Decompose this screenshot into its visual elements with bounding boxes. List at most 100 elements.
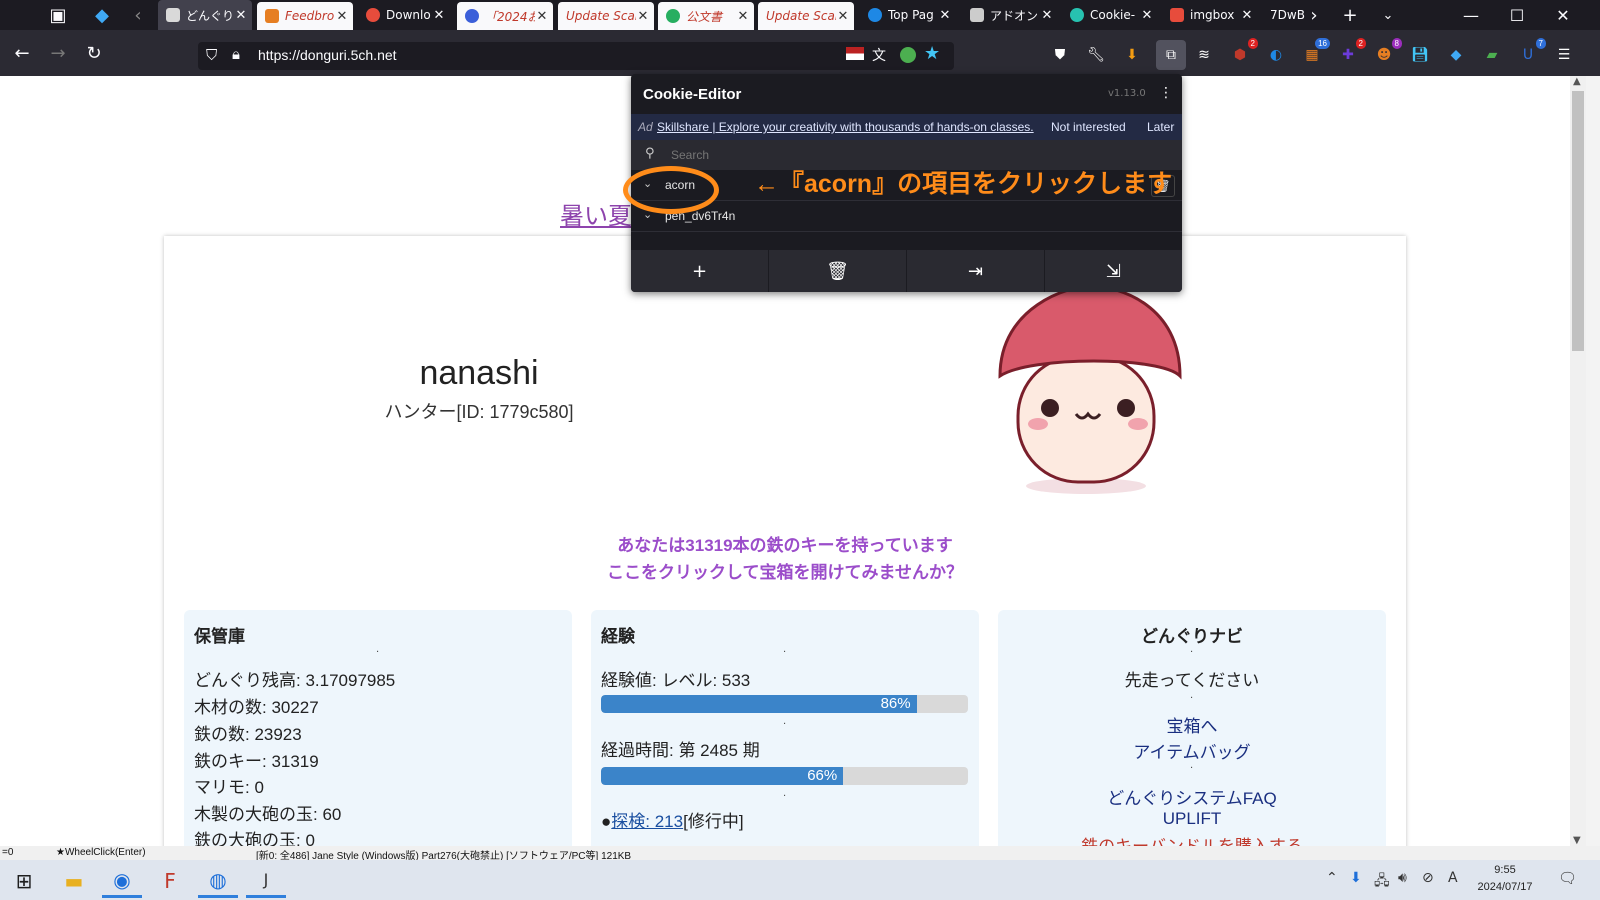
tab-donguri[interactable]: どんぐりシ ✕ <box>158 0 252 30</box>
import-icon[interactable]: ⇥ <box>907 250 1045 292</box>
globe-icon[interactable] <box>900 47 916 63</box>
file-explorer-icon[interactable]: ▬ <box>54 864 94 898</box>
popup-menu-icon[interactable]: ⋮ <box>1159 85 1173 101</box>
volume-icon[interactable]: 🔊︎ <box>1398 870 1407 886</box>
network-icon[interactable]: 🖧︎ <box>1374 870 1390 894</box>
shield-icon[interactable]: ⛉ <box>206 46 217 64</box>
tab-download[interactable]: Downlo ✕ <box>358 0 450 30</box>
edge-icon[interactable]: ◐ <box>1264 43 1288 67</box>
maximize-icon[interactable]: ☐ <box>1494 0 1540 30</box>
scroll-tabs-left-icon[interactable]: ‹ <box>124 1 152 29</box>
block-icon[interactable]: ⊘ <box>1422 870 1434 886</box>
feedly-icon[interactable]: F <box>150 864 190 898</box>
url-bar[interactable]: ⛉ 🔒︎ https://donguri.5ch.net 文 ★ <box>198 42 954 70</box>
tab-title: Update Scan <box>566 9 636 23</box>
keys-message-line1[interactable]: あなたは31319本の鉄のキーを持っています <box>164 531 1406 556</box>
add-cookie-icon[interactable]: + <box>631 250 769 292</box>
close-tab-icon[interactable]: ✕ <box>736 9 750 24</box>
clock-date[interactable]: 2024/07/17 <box>1470 881 1540 893</box>
back-icon[interactable]: ← <box>8 39 36 67</box>
tab-feedbro[interactable]: Feedbro ✕ <box>257 2 353 30</box>
page-scrollbar[interactable]: ▲ ▼ <box>1570 76 1586 846</box>
pinned-tab-icon[interactable]: ◆ <box>88 1 116 29</box>
ime-icon[interactable]: A <box>1448 870 1458 886</box>
gem-icon[interactable]: ◆ <box>1444 43 1468 67</box>
navi-item[interactable]: UPLIFT <box>998 809 1386 829</box>
scroll-down-icon[interactable]: ▼ <box>1573 835 1581 846</box>
keys-message-line2[interactable]: ここをクリックして宝箱を開けてみませんか？ <box>164 558 1406 583</box>
tab-top-page[interactable]: Top Pag ✕ <box>860 0 956 30</box>
tab-update-scan-2[interactable]: Update Scan ✕ <box>758 2 854 30</box>
close-tab-icon[interactable]: ✕ <box>335 9 349 24</box>
translate-icon[interactable]: 文 <box>872 45 886 65</box>
chevron-up-icon[interactable]: ⌃ <box>1326 870 1338 886</box>
scroll-up-icon[interactable]: ▲ <box>1573 76 1581 87</box>
ad-later-button[interactable]: Later <box>1147 120 1174 134</box>
list-tabs-icon[interactable]: ⌄ <box>1374 1 1402 29</box>
ublock-icon[interactable]: ⬢ 2 <box>1228 38 1258 67</box>
plus-ext-icon[interactable]: ✚ 2 <box>1336 38 1366 67</box>
monkey-icon[interactable]: ☻ 8 <box>1372 38 1402 67</box>
url-text[interactable]: https://donguri.5ch.net <box>258 47 397 63</box>
feed-icon[interactable]: ▦ 16 <box>1300 38 1330 67</box>
tab-overview-icon[interactable]: ▣ <box>44 1 72 29</box>
menu-icon[interactable]: ☰ <box>1552 43 1576 67</box>
close-tab-icon[interactable]: ✕ <box>234 8 248 23</box>
user-id: ハンター[ID: 1779c580] <box>384 402 574 422</box>
navi-item[interactable]: どんぐりシステムFAQ <box>998 784 1386 809</box>
clock-time[interactable]: 9:55 <box>1470 864 1540 876</box>
firefox-icon[interactable]: ◉ <box>102 864 142 898</box>
scroll-tabs-right-icon[interactable]: › <box>1300 1 1328 29</box>
note-icon[interactable]: ▰ <box>1480 43 1504 67</box>
download-tray-icon[interactable]: ⬇ <box>1350 870 1362 886</box>
bookmark-star-icon[interactable]: ★ <box>924 43 940 64</box>
jane-style-icon[interactable]: J <box>246 864 286 898</box>
ad-not-interested-button[interactable]: Not interested <box>1051 120 1126 134</box>
stylus-icon[interactable]: ≋ <box>1192 43 1216 67</box>
ad-link[interactable]: Skillshare | Explore your creativity wit… <box>657 120 1034 134</box>
close-tab-icon[interactable]: ✕ <box>432 8 446 23</box>
close-tab-icon[interactable]: ✕ <box>1140 8 1154 23</box>
wrench-icon[interactable]: 🔧︎ <box>1084 43 1108 67</box>
lock-icon[interactable]: 🔒︎ <box>232 45 240 63</box>
tab-kobunsho[interactable]: 公文書 ✕ <box>658 2 754 30</box>
export-icon[interactable]: ⇲ <box>1045 250 1182 292</box>
delete-all-icon[interactable]: 🗑︎ <box>769 250 907 292</box>
close-tab-icon[interactable]: ✕ <box>535 9 549 24</box>
cookie-item-pen[interactable]: ⌄ pen_dv6Tr4n <box>631 201 1182 232</box>
banner-link[interactable]: 暑い夏 <box>560 196 632 231</box>
tab-update-scan[interactable]: Update Scan ✕ <box>558 2 654 30</box>
tab-imgbox[interactable]: imgbox ✕ <box>1162 0 1258 30</box>
extensions-puzzle-icon[interactable]: ⧉ <box>1156 40 1186 70</box>
scrollbar-thumb[interactable] <box>1572 91 1584 351</box>
close-window-icon[interactable]: ✕ <box>1540 0 1586 30</box>
tab-cookie-editor[interactable]: Cookie- ✕ <box>1062 0 1158 30</box>
navi-item[interactable]: 先走ってください <box>998 666 1386 691</box>
shield-u-icon[interactable]: U7 <box>1516 38 1546 67</box>
storage-line: 木材の数: 30227 <box>194 698 319 717</box>
navi-item[interactable]: 鉄のキーバンドルを購入する <box>998 832 1386 846</box>
tab-title: Feedbro <box>285 9 335 23</box>
browser-icon[interactable]: ◍ <box>198 864 238 898</box>
close-tab-icon[interactable]: ✕ <box>636 9 650 24</box>
us-flag-icon[interactable] <box>846 47 864 60</box>
close-tab-icon[interactable]: ✕ <box>1240 8 1254 23</box>
pocket-icon[interactable]: ⛊ <box>1048 43 1072 67</box>
save-icon[interactable]: 💾︎ <box>1408 43 1432 67</box>
download-helper-icon[interactable]: ⬇ <box>1120 43 1144 67</box>
tab-2024[interactable]: 「2024お ✕ <box>457 2 553 30</box>
new-tab-icon[interactable]: + <box>1336 1 1364 29</box>
close-tab-icon[interactable]: ✕ <box>1040 8 1054 23</box>
tab-addons[interactable]: アドオン ✕ <box>962 0 1058 30</box>
notification-icon[interactable]: 🗨︎ <box>1558 869 1577 887</box>
explore-link[interactable]: 探検: 213 <box>611 812 683 831</box>
forward-icon[interactable]: → <box>44 39 72 67</box>
popup-version: v1.13.0 <box>1108 88 1146 99</box>
search-input[interactable] <box>669 145 1153 165</box>
reload-icon[interactable]: ↻ <box>80 39 108 67</box>
close-tab-icon[interactable]: ✕ <box>836 9 850 24</box>
close-tab-icon[interactable]: ✕ <box>938 8 952 23</box>
minimize-icon[interactable]: — <box>1448 0 1494 30</box>
windows-start-icon[interactable]: ⊞ <box>4 864 44 898</box>
navi-item[interactable]: 宝箱へ <box>998 712 1386 737</box>
